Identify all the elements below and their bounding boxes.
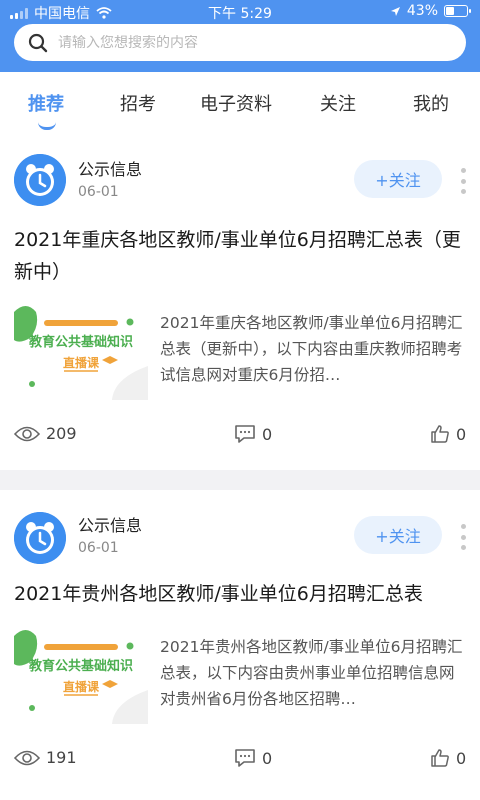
- comments-stat[interactable]: 0: [234, 748, 272, 768]
- tab-recommend[interactable]: 推荐: [28, 90, 64, 116]
- views-stat: 191: [14, 748, 77, 767]
- post-title[interactable]: 2021年贵州各地区教师/事业单位6月招聘汇总表: [14, 578, 466, 610]
- views-stat: 209: [14, 424, 77, 443]
- thumbnail-title: 教育公共基础知识: [28, 334, 133, 350]
- location-arrow-icon: [390, 6, 400, 16]
- tab-e-materials[interactable]: 电子资料: [200, 90, 272, 116]
- app-header: 中国电信 下午 5:29 43%: [0, 0, 480, 72]
- poster-name[interactable]: 公示信息: [78, 512, 142, 536]
- post-summary[interactable]: 2021年重庆各地区教师/事业单位6月招聘汇总表（更新中），以下内容由重庆教师招…: [160, 310, 468, 388]
- follow-button[interactable]: +关注: [354, 160, 442, 198]
- course-thumbnail[interactable]: 教育公共基础知识 直播课: [14, 304, 148, 400]
- search-bar[interactable]: [14, 24, 466, 61]
- post-date: 06-01: [78, 184, 119, 200]
- follow-button[interactable]: +关注: [354, 516, 442, 554]
- thumbs-up-icon: [431, 749, 449, 767]
- battery-icon: [444, 5, 471, 17]
- post-date: 06-01: [78, 540, 119, 556]
- thumbnail-badge: 直播课: [63, 355, 100, 370]
- comments-count: 0: [262, 424, 273, 444]
- post-card[interactable]: 公示信息 06-01 +关注 2021年重庆各地区教师/事业单位6月招聘汇总表（…: [0, 140, 480, 470]
- tab-following[interactable]: 关注: [320, 90, 356, 116]
- thumbnail-title: 教育公共基础知识: [28, 658, 133, 674]
- battery-percent: 43%: [406, 3, 438, 19]
- thumbnail-badge: 直播课: [63, 679, 100, 694]
- tab-mine[interactable]: 我的: [413, 90, 449, 116]
- comments-stat[interactable]: 0: [234, 424, 272, 444]
- comment-icon: [235, 425, 255, 443]
- eye-icon: [14, 750, 40, 765]
- poster-name[interactable]: 公示信息: [78, 156, 142, 180]
- comments-count: 0: [262, 748, 273, 768]
- active-tab-indicator: [38, 122, 56, 130]
- status-right: 43%: [390, 3, 471, 19]
- likes-count: 0: [456, 748, 467, 768]
- comment-icon: [235, 749, 255, 767]
- post-card[interactable]: 公示信息 06-01 +关注 2021年贵州各地区教师/事业单位6月招聘汇总表 …: [0, 490, 480, 800]
- battery-fill: [446, 7, 455, 15]
- views-count: 191: [46, 748, 77, 767]
- views-count: 209: [46, 424, 77, 443]
- tab-bar: 推荐 招考 电子资料 关注 我的: [0, 72, 480, 140]
- course-thumbnail[interactable]: 教育公共基础知识 直播课: [14, 628, 148, 724]
- more-options-icon[interactable]: [456, 524, 470, 550]
- alarm-clock-avatar-icon[interactable]: [14, 154, 66, 206]
- tab-recruitment[interactable]: 招考: [120, 90, 156, 116]
- thumbs-up-icon: [431, 425, 449, 443]
- eye-icon: [14, 426, 40, 441]
- alarm-clock-avatar-icon[interactable]: [14, 512, 66, 564]
- post-title[interactable]: 2021年重庆各地区教师/事业单位6月招聘汇总表（更新中）: [14, 224, 466, 288]
- likes-stat[interactable]: 0: [430, 748, 466, 768]
- status-bar: 中国电信 下午 5:29 43%: [0, 0, 480, 24]
- search-icon: [28, 33, 48, 52]
- more-options-icon[interactable]: [456, 168, 470, 194]
- likes-count: 0: [456, 424, 467, 444]
- post-summary[interactable]: 2021年贵州各地区教师/事业单位6月招聘汇总表，以下内容由贵州事业单位招聘信息…: [160, 634, 468, 712]
- likes-stat[interactable]: 0: [430, 424, 466, 444]
- search-input[interactable]: [58, 34, 438, 51]
